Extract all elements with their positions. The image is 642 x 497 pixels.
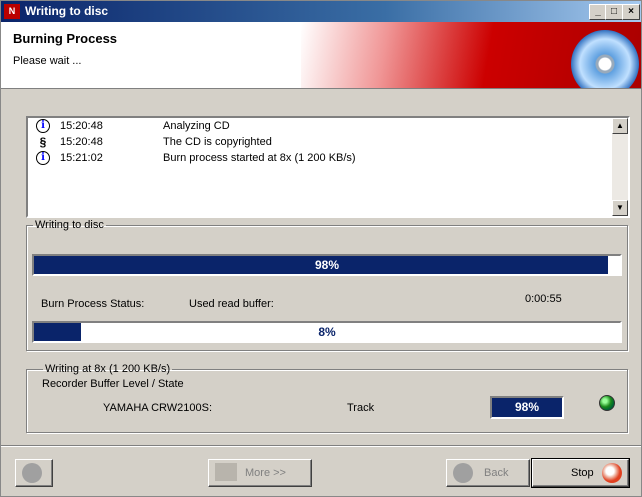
app-icon: N (4, 4, 20, 19)
read-buffer-percent: 8% (318, 325, 336, 339)
log-message: Burn process started at 8x (1 200 KB/s) (163, 152, 356, 164)
disc-icon (571, 30, 639, 88)
info-icon: i (36, 151, 50, 165)
writing-to-disc-window: N Writing to disc _ □ × Burning Process … (0, 0, 642, 497)
list-item[interactable]: § 15:20:48 The CD is copyrighted (28, 134, 608, 150)
stop-button-label: Stop (571, 467, 594, 479)
page-title: Burning Process (13, 31, 118, 46)
recorder-group-legend: Writing at 8x (1 200 KB/s) (45, 363, 171, 375)
log-time: 15:21:02 (60, 152, 103, 164)
more-button-label: More >> (245, 467, 286, 479)
scroll-down-icon[interactable]: ▼ (612, 200, 628, 216)
burn-progress-bar: 98% 98% (32, 254, 622, 276)
log-time: 15:20:48 (60, 136, 103, 148)
copyright-icon: § (39, 135, 47, 149)
maximize-button[interactable]: □ (605, 4, 623, 20)
burn-status-label: Burn Process Status: (41, 298, 145, 310)
list-item[interactable]: i 15:21:02 Burn process started at 8x (1… (28, 150, 608, 166)
scroll-up-icon[interactable]: ▲ (612, 118, 628, 134)
window-title: Writing to disc (25, 4, 109, 18)
log-time: 15:20:48 (60, 120, 103, 132)
recorder-drive-name: YAMAHA CRW2100S: (103, 402, 213, 414)
disc-button[interactable] (15, 459, 53, 487)
stop-icon (602, 463, 622, 483)
more-button[interactable]: More >> (208, 459, 312, 487)
read-buffer-label: Used read buffer: (189, 298, 274, 310)
back-button-label: Back (484, 467, 509, 479)
monitor-icon (215, 463, 237, 481)
vertical-scrollbar[interactable]: ▲ ▼ (612, 118, 628, 216)
page-subtitle: Please wait ... (13, 55, 82, 67)
log-message: The CD is copyrighted (163, 136, 272, 148)
wizard-header: Burning Process Please wait ... (1, 22, 641, 89)
event-log-list[interactable]: i 15:20:48 Analyzing CD § 15:20:48 The C… (26, 116, 630, 218)
back-icon (453, 463, 473, 483)
group-legend: Writing to disc (35, 219, 104, 231)
info-icon: i (36, 119, 50, 133)
list-item[interactable]: i 15:20:48 Analyzing CD (28, 118, 608, 134)
burn-progress-label-inverse: 98% (314, 258, 340, 272)
recorder-state: Track (347, 402, 375, 414)
recorder-buffer-level: 98% (490, 396, 564, 419)
stop-button[interactable]: Stop (531, 458, 630, 488)
footer-divider (1, 445, 641, 447)
recorder-status-led-icon (599, 395, 615, 411)
elapsed-time: 0:00:55 (525, 293, 562, 305)
recorder-buffer-title: Recorder Buffer Level / State (42, 378, 184, 390)
close-button[interactable]: × (622, 4, 640, 20)
back-button[interactable]: Back (446, 459, 530, 487)
title-bar[interactable]: N Writing to disc _ □ × (1, 1, 641, 22)
read-buffer-bar: 8% (32, 321, 622, 343)
log-message: Analyzing CD (163, 120, 230, 132)
disc-circle-icon (22, 463, 42, 483)
